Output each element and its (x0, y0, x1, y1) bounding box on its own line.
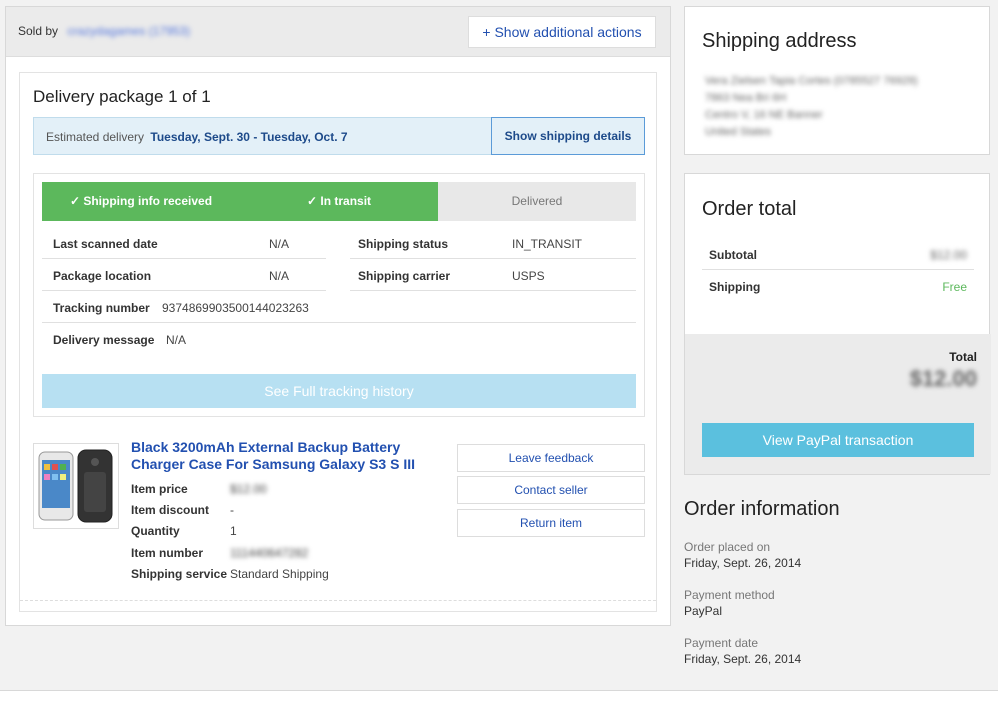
item-discount-value: - (230, 503, 234, 517)
show-shipping-details-button[interactable]: Show shipping details (491, 117, 645, 155)
estimated-delivery-label: Estimated delivery (46, 130, 145, 144)
tracking-box: ✓ Shipping info received ✓ In transit De… (33, 173, 645, 417)
order-total-title: Order total (702, 198, 797, 220)
subtotal-value: $12.00 (930, 248, 967, 262)
estimated-delivery-range: Tuesday, Sept. 30 - Tuesday, Oct. 7 (150, 130, 348, 144)
tracking-number-value: 9374869903500144023263 (162, 301, 309, 315)
subtotal-label: Subtotal (709, 248, 757, 262)
order-placed-label: Order placed on (684, 540, 771, 554)
item-price-label: Item price (131, 482, 188, 496)
item-price-value: $12.00 (230, 482, 267, 496)
last-scanned-value: N/A (269, 237, 290, 251)
shipping-address-card: Shipping address Vera Zielsen Tapia Cort… (684, 6, 990, 155)
item-shipping-service-value: Standard Shipping (230, 567, 329, 581)
total-label: Total (949, 350, 977, 364)
total-amount: $12.00 (909, 366, 977, 391)
estimated-delivery: Estimated delivery Tuesday, Sept. 30 - T… (46, 130, 348, 144)
shipping-value: Free (942, 280, 967, 294)
tracking-number-label: Tracking number (53, 301, 150, 315)
shipping-status-value: IN_TRANSIT (512, 237, 583, 251)
progress-step-delivered: Delivered (438, 182, 636, 221)
package-location-value: N/A (269, 269, 290, 283)
shipping-carrier-value: USPS (512, 269, 545, 283)
order-total-card: Order total Subtotal $12.00 Shipping Fre… (684, 173, 991, 475)
package-location-label: Package location (53, 269, 152, 283)
item-quantity-value: 1 (230, 524, 237, 538)
payment-date-label: Payment date (684, 636, 759, 650)
address-line: Vera Zielsen Tapia Cortes (0785527 76929… (705, 75, 918, 87)
tracking-number-row: Tracking number 9374869903500144023263 (42, 291, 636, 323)
package-location-row: Package location N/A (42, 259, 326, 291)
shipping-status-row: Shipping status IN_TRANSIT (350, 227, 636, 259)
item-number-value: 111440647282 (230, 546, 309, 560)
last-scanned-row: Last scanned date N/A (42, 227, 326, 259)
phone-image (38, 449, 113, 523)
address-line: Centro V, 16 NE Banner (705, 109, 823, 121)
order-placed-value: Friday, Sept. 26, 2014 (684, 556, 802, 570)
divider (20, 600, 656, 601)
shipping-carrier-row: Shipping carrier USPS (350, 259, 636, 291)
progress-step-in-transit: ✓ In transit (240, 182, 438, 221)
see-full-tracking-history-button[interactable]: See Full tracking history (42, 374, 636, 408)
payment-method-label: Payment method (684, 588, 775, 602)
shipping-address-title: Shipping address (702, 30, 857, 52)
shipping-carrier-label: Shipping carrier (358, 269, 451, 283)
order-details-panel: Sold by crazydagames (17953) + Show addi… (5, 6, 671, 626)
shipping-address-lines: Vera Zielsen Tapia Cortes (0785527 76929… (705, 73, 918, 141)
address-line: United States (705, 126, 772, 138)
delivery-message-row: Delivery message N/A (42, 323, 636, 355)
progress-step-info-received: ✓ Shipping info received (42, 182, 240, 221)
item-quantity-label: Quantity (131, 524, 180, 538)
leave-feedback-button[interactable]: Leave feedback (457, 444, 645, 472)
sold-by-label: Sold by (18, 24, 59, 38)
shipping-row: Shipping Free (702, 270, 974, 302)
shipping-label: Shipping (709, 280, 761, 294)
package-title: Delivery package 1 of 1 (33, 87, 211, 106)
delivery-message-value: N/A (166, 333, 187, 347)
subtotal-row: Subtotal $12.00 (702, 238, 974, 270)
last-scanned-label: Last scanned date (53, 237, 158, 251)
item-number-label: Item number (131, 546, 204, 560)
address-line: 7863 Nea Bri 6H (705, 92, 787, 104)
estimated-delivery-bar: Estimated delivery Tuesday, Sept. 30 - T… (33, 117, 645, 155)
item-title-link[interactable]: Black 3200mAh External Backup Battery Ch… (131, 439, 431, 473)
shipping-status-label: Shipping status (358, 237, 448, 251)
delivery-message-label: Delivery message (53, 333, 155, 347)
footer-divider (0, 690, 998, 701)
item-thumbnail[interactable] (33, 443, 119, 529)
shipping-progress: ✓ Shipping info received ✓ In transit De… (42, 182, 636, 221)
payment-date-value: Friday, Sept. 26, 2014 (684, 652, 802, 666)
sold-by: Sold by crazydagames (17953) (18, 24, 190, 38)
contact-seller-button[interactable]: Contact seller (457, 476, 645, 504)
delivery-package: Delivery package 1 of 1 Estimated delive… (19, 72, 657, 612)
return-item-button[interactable]: Return item (457, 509, 645, 537)
payment-method-value: PayPal (684, 604, 723, 618)
view-paypal-transaction-button[interactable]: View PayPal transaction (702, 423, 974, 457)
seller-bar: Sold by crazydagames (17953) + Show addi… (6, 7, 670, 57)
item-shipping-service-label: Shipping service (131, 567, 228, 581)
order-information-title: Order information (684, 498, 840, 520)
show-additional-actions-button[interactable]: + Show additional actions (468, 16, 656, 48)
seller-name-link[interactable]: crazydagames (17953) (67, 24, 190, 38)
item-discount-label: Item discount (131, 503, 210, 517)
total-area: Total $12.00 View PayPal transaction (685, 334, 991, 474)
